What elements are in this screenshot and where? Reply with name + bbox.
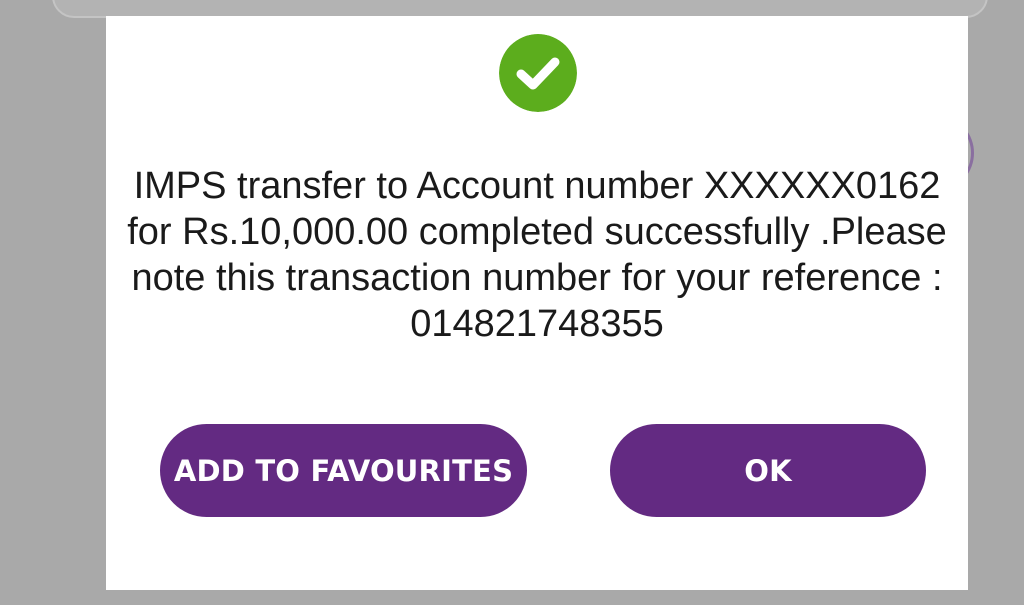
ok-button[interactable]: OK (610, 424, 926, 517)
add-to-favourites-button[interactable]: ADD TO FAVOURITES (160, 424, 527, 517)
success-message: IMPS transfer to Account number XXXXXX01… (127, 165, 947, 345)
success-dialog: IMPS transfer to Account number XXXXXX01… (106, 16, 968, 590)
check-circle-icon (499, 34, 577, 112)
